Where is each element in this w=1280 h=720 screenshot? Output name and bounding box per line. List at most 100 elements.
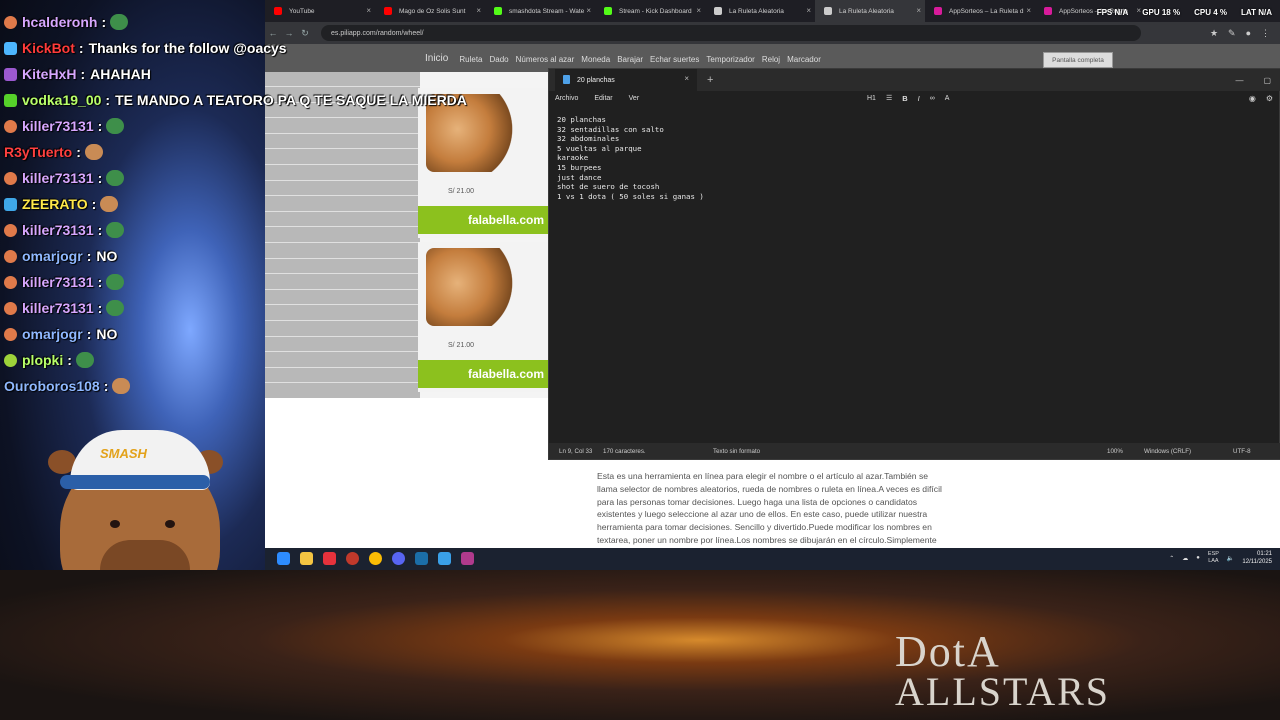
chat-username[interactable]: R3yTuerto [4, 144, 72, 160]
taskbar: ⌃ ☁ ● ESP LAA 🔈 01:21 12/11/2025 [265, 548, 1280, 570]
chat-username[interactable]: killer73131 [22, 274, 94, 290]
start-icon[interactable] [277, 552, 290, 565]
steam-icon[interactable] [415, 552, 428, 565]
close-tab-icon[interactable]: × [684, 74, 689, 83]
file-explorer-icon[interactable] [300, 552, 313, 565]
chat-text: NO [96, 326, 118, 342]
nav-item[interactable]: Dado [489, 55, 508, 64]
cpu-label: CPU [1194, 8, 1211, 17]
clear-format-icon[interactable]: A [945, 95, 950, 102]
document-icon [563, 75, 570, 84]
user-badge-icon [4, 275, 17, 289]
ad-price: S/ 21.00 [448, 342, 475, 349]
chat-username[interactable]: KiteHxH [22, 66, 76, 82]
chat-username[interactable]: omarjogr [22, 248, 83, 264]
extensions-icon[interactable]: ✎ [1228, 28, 1236, 39]
chat-message: omarjogr: NO [4, 244, 117, 268]
chat-username[interactable]: Ouroboros108 [4, 378, 100, 394]
chat-message: Ouroboros108: [4, 374, 131, 398]
discord-icon[interactable] [392, 552, 405, 565]
emote-icon [75, 352, 94, 368]
close-tab-icon[interactable]: × [806, 6, 811, 15]
browser-tab[interactable]: AppSorteos – La Ruleta d × [925, 0, 1035, 22]
profile-icon[interactable]: ● [1246, 28, 1251, 39]
new-tab-icon[interactable]: + [707, 74, 713, 86]
copilot-icon[interactable]: ◉ [1249, 94, 1256, 103]
chat-username[interactable]: vodka19_00 [22, 92, 101, 108]
browser-tab-label: La Ruleta Aleatoria [729, 7, 784, 15]
chat-username[interactable]: killer73131 [22, 118, 94, 134]
notepad-tab[interactable]: 20 planchas × [555, 69, 697, 91]
browser-tab[interactable]: Stream - Kick Dashboard × [595, 0, 705, 22]
chat-separator: : [86, 248, 92, 264]
chat-username[interactable]: killer73131 [22, 300, 94, 316]
settings-icon[interactable]: ⚙ [1266, 94, 1273, 103]
chat-username[interactable]: KickBot [22, 40, 75, 56]
close-tab-icon[interactable]: × [476, 6, 481, 15]
fps-label: FPS [1096, 8, 1113, 17]
user-badge-icon [4, 67, 17, 81]
volume-icon[interactable]: 🔈 [1227, 555, 1234, 562]
menu-icon[interactable]: ⋮ [1261, 28, 1270, 39]
language-indicator[interactable]: ESP LAA [1208, 551, 1219, 565]
close-tab-icon[interactable]: × [1026, 6, 1031, 15]
maximize-icon[interactable]: ▢ [1263, 76, 1271, 85]
italic-icon[interactable]: I [918, 94, 920, 103]
browser-tab[interactable]: smashdota Stream - Wate × [485, 0, 595, 22]
chat-username[interactable]: hcalderonh [22, 14, 97, 30]
emote-icon [112, 378, 131, 394]
user-badge-icon [4, 171, 17, 185]
bold-icon[interactable]: B [902, 94, 907, 103]
chat-username[interactable]: ZEERATO [22, 196, 88, 212]
menu-archivo[interactable]: Archivo [555, 95, 578, 102]
clock[interactable]: 01:21 12/11/2025 [1242, 550, 1272, 566]
chrome-icon[interactable] [369, 552, 382, 565]
nav-item[interactable]: Números al azar [516, 55, 575, 64]
notepad-editor[interactable]: 20 planchas 32 sentadillas con salto 32 … [557, 115, 1257, 201]
chat-username[interactable]: omarjogr [22, 326, 83, 342]
tab-favicon-icon [714, 7, 722, 15]
nav-item[interactable]: Marcador [787, 55, 821, 64]
list-icon[interactable]: ☰ [886, 94, 892, 102]
notepad-icon[interactable] [438, 552, 451, 565]
close-tab-icon[interactable]: × [916, 6, 921, 15]
lat-label: LAT [1241, 8, 1256, 17]
chat-message: hcalderonh: [4, 10, 129, 34]
nav-item[interactable]: Reloj [762, 55, 780, 64]
app-icon-2[interactable] [461, 552, 474, 565]
browser-tab[interactable]: La Ruleta Aleatoria × [705, 0, 815, 22]
link-icon[interactable]: ∞ [930, 95, 935, 102]
nav-item[interactable]: Moneda [581, 55, 610, 64]
browser-tab-label: Stream - Kick Dashboard [619, 7, 692, 15]
chat-username[interactable]: plopki [22, 352, 63, 368]
chevron-up-icon[interactable]: ⌃ [1169, 555, 1174, 562]
close-tab-icon[interactable]: × [696, 6, 701, 15]
cloud-icon[interactable]: ☁ [1182, 555, 1188, 562]
avatar-cap-brim [60, 475, 210, 489]
chat-separator: : [97, 170, 103, 186]
app-icon[interactable] [323, 552, 336, 565]
heading-select[interactable]: H1 [867, 95, 876, 102]
nav-item[interactable]: Temporizador [706, 55, 754, 64]
zoom-level: 100% [1107, 448, 1123, 455]
nav-item[interactable]: Barajar [617, 55, 643, 64]
minimize-icon[interactable]: — [1235, 76, 1243, 85]
tab-favicon-icon [494, 7, 502, 15]
bookmark-star-icon[interactable]: ★ [1210, 28, 1218, 39]
fullscreen-button[interactable]: Pantalla completa [1043, 52, 1113, 68]
menu-editar[interactable]: Editar [594, 95, 612, 102]
browser-tab[interactable]: La Ruleta Aleatoria × [815, 0, 925, 22]
user-badge-icon [4, 15, 17, 29]
close-tab-icon[interactable]: × [586, 6, 591, 15]
menu-ver[interactable]: Ver [629, 95, 640, 102]
address-bar[interactable]: es.piliapp.com/random/wheel/ [321, 25, 1141, 41]
nav-item[interactable]: Ruleta [459, 55, 482, 64]
nav-item[interactable]: Echar suertes [650, 55, 699, 64]
chat-separator: : [97, 222, 103, 238]
obs-icon[interactable] [346, 552, 359, 565]
notepad-statusbar: Ln 9, Col 33 170 caracteres. Texto sin f… [549, 443, 1280, 459]
chat-username[interactable]: killer73131 [22, 222, 94, 238]
mic-icon[interactable]: ● [1196, 555, 1200, 561]
format-toolbar: H1 ☰ B I ∞ A [867, 91, 949, 105]
chat-username[interactable]: killer73131 [22, 170, 94, 186]
